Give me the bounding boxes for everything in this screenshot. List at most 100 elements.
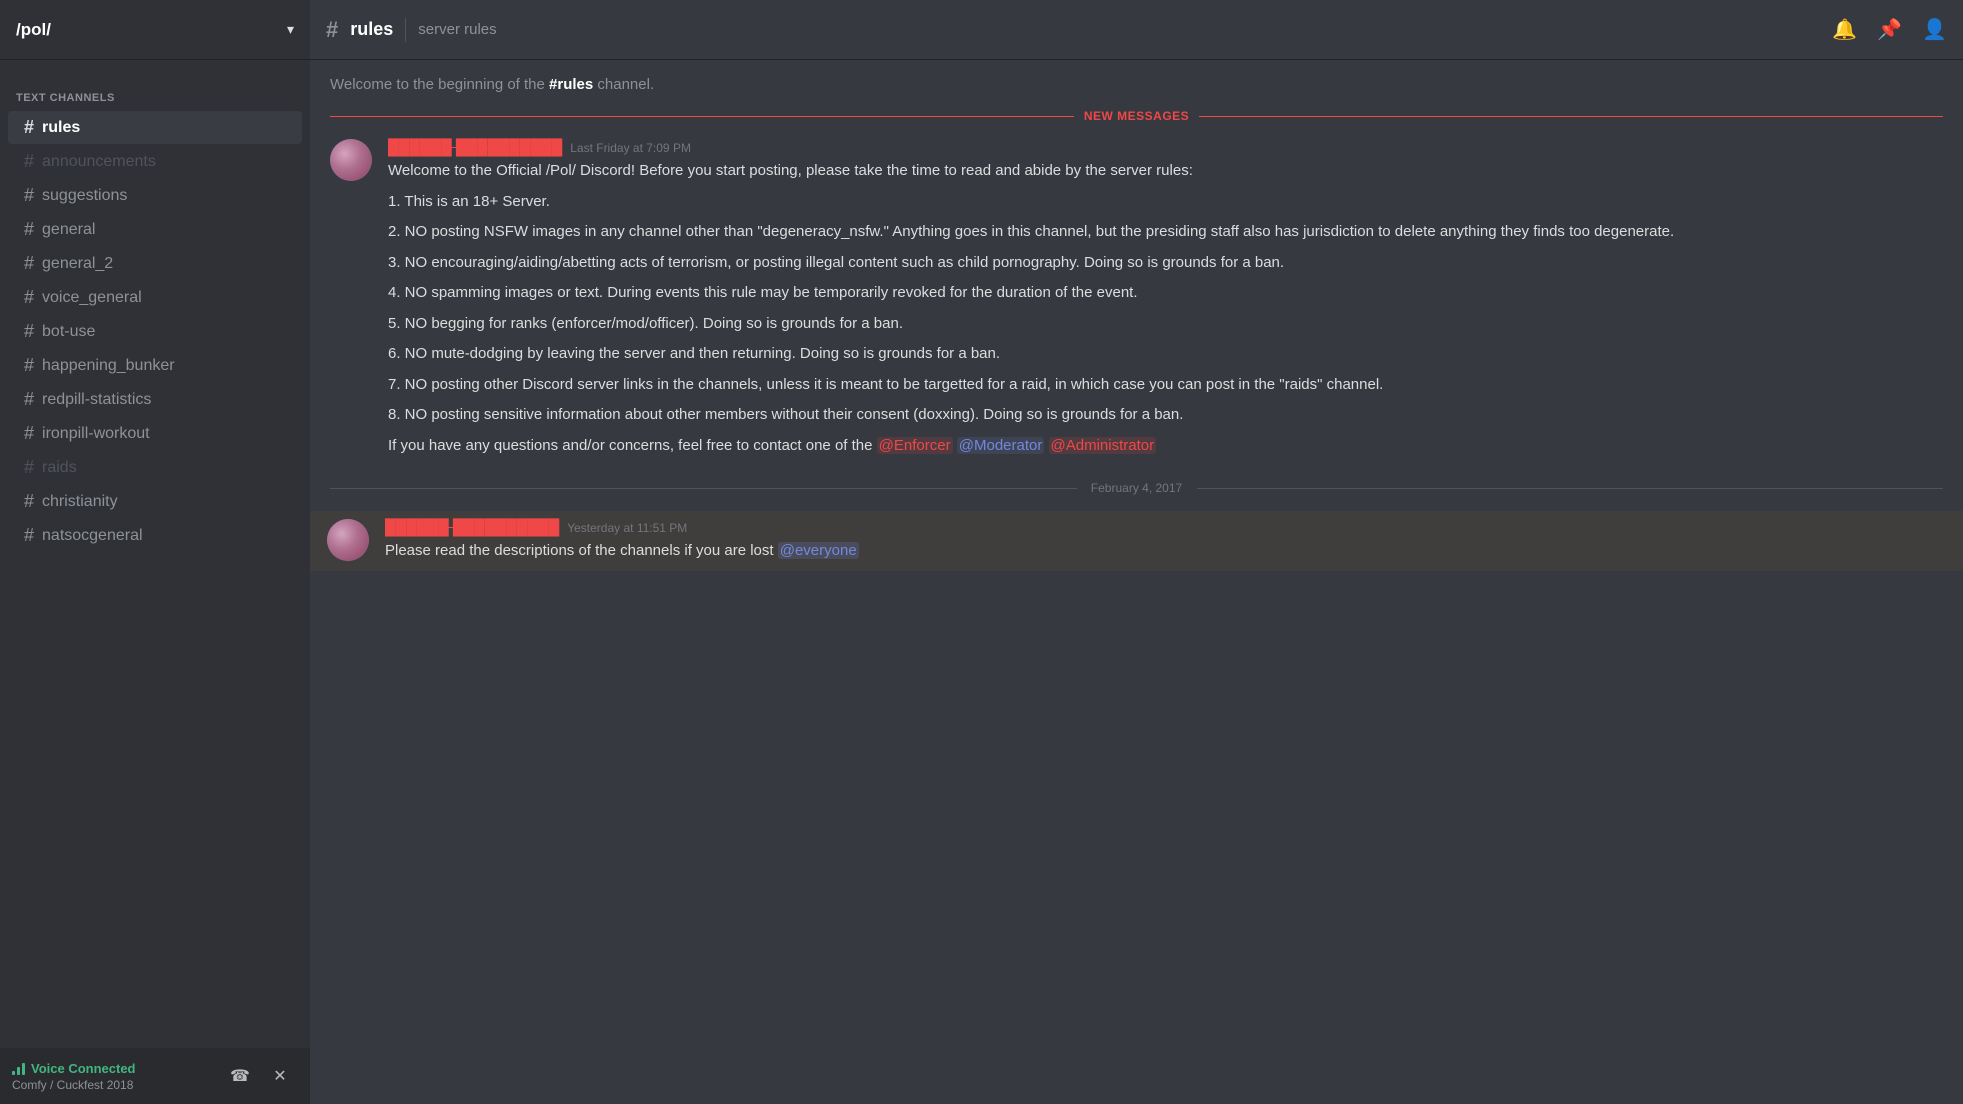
new-messages-line-right [1199,116,1943,117]
voice-status: Voice Connected [12,1061,222,1076]
chevron-down-icon: ▾ [287,21,294,38]
members-icon[interactable]: 👤 [1922,17,1947,42]
main-content: # rules server rules 🔔 📌 👤 Welcome to th… [310,0,1963,1104]
channel-item-bot-use[interactable]: # bot-use [8,315,302,348]
signal-bar-3 [22,1063,25,1075]
channel-name-bot-use: bot-use [42,323,95,341]
message-group-1: ██████ ██████████ Last Friday at 7:09 PM… [310,131,1963,465]
channel-name-natsocgeneral: natsocgeneral [42,527,143,545]
message-author-2: ██████ ██████████ [385,519,559,536]
message-group-2: ██████ ██████████ Yesterday at 11:51 PM … [310,511,1963,571]
rule-3: 3. NO encouraging/aiding/abetting acts o… [388,252,1943,275]
hash-icon: # [24,117,34,138]
message-text-1: Welcome to the Official /Pol/ Discord! B… [388,160,1943,457]
channel-item-happening_bunker[interactable]: # happening_bunker [8,349,302,382]
channel-item-general[interactable]: # general [8,213,302,246]
hash-icon: # [24,321,34,342]
disconnect-icon: ✕ [273,1066,286,1086]
channels-container: #rules#announcements#suggestions#general… [0,111,310,552]
signal-bar-2 [17,1067,20,1075]
pin-icon[interactable]: 📌 [1877,17,1902,42]
channel-item-suggestions[interactable]: # suggestions [8,179,302,212]
text-channels-label: TEXT CHANNELS [0,76,310,110]
hash-icon: # [24,491,34,512]
new-messages-label: NEW MESSAGES [1074,109,1199,123]
channels-list: TEXT CHANNELS # rules # announcements # sugge… [0,60,310,1048]
notifications-icon[interactable]: 🔔 [1832,17,1857,42]
voice-connected-bar: Voice Connected Comfy / Cuckfest 2018 ☎ … [0,1048,310,1104]
avatar-img-2 [327,519,369,561]
voice-info: Voice Connected Comfy / Cuckfest 2018 [12,1061,222,1092]
message2-text: Please read the descriptions of the chan… [385,542,778,559]
rule-2: 2. NO posting NSFW images in any channel… [388,221,1943,244]
channel-item-raids[interactable]: #raids [8,451,302,484]
sidebar: /pol/ ▾ TEXT CHANNELS # rules # announcemen… [0,0,310,1104]
channel-item-general_2[interactable]: #general_2 [8,247,302,280]
server-header[interactable]: /pol/ ▾ [0,0,310,60]
channel-name-general_2: general_2 [42,255,113,273]
mention-everyone: @everyone [778,542,859,559]
rule-1: 1. This is an 18+ Server. [388,191,1943,214]
message-author-1: ██████ ██████████ [388,139,562,156]
beginning-text: Welcome to the beginning of the [330,76,549,93]
date-divider: February 4, 2017 [330,481,1943,495]
voice-status-text: Voice Connected [31,1061,136,1076]
new-messages-line-left [330,116,1074,117]
channel-name-happening_bunker: happening_bunker [42,357,175,375]
channel-beginning: Welcome to the beginning of the #rules c… [310,60,1963,101]
channel-item-natsocgeneral[interactable]: # natsocgeneral [8,519,302,552]
channel-item-redpill-statistics[interactable]: #redpill-statistics [8,383,302,416]
rule-5: 5. NO begging for ranks (enforcer/mod/of… [388,313,1943,336]
server-name: /pol/ [16,20,287,40]
messages-area: Welcome to the beginning of the #rules c… [310,60,1963,1104]
channel-header-name: rules [350,19,393,40]
channel-name-raids: raids [42,459,77,477]
channel-name-christianity: christianity [42,493,118,511]
rule-intro: Welcome to the Official /Pol/ Discord! B… [388,160,1943,183]
beginning-suffix: channel. [593,76,654,93]
message-header-1: ██████ ██████████ Last Friday at 7:09 PM [388,139,1943,156]
avatar-1 [330,139,372,181]
message-header-2: ██████ ██████████ Yesterday at 11:51 PM [385,519,1943,536]
hash-icon: # [24,185,34,206]
avatar-img-1 [330,139,372,181]
hash-icon: # [24,355,34,376]
rule-7: 7. NO posting other Discord server links… [388,374,1943,397]
hash-icon: # [24,219,34,240]
channel-item-ironpill-workout[interactable]: # ironpill-workout [8,417,302,450]
channel-name-ironpill-workout: ironpill-workout [42,425,150,443]
new-messages-divider: NEW MESSAGES [330,109,1943,123]
channel-item-announcements[interactable]: # announcements [8,145,302,178]
hash-icon: # [24,389,34,410]
beginning-channel: #rules [549,76,593,93]
channel-name-voice_general: voice_general [42,289,142,307]
voice-disconnect-button[interactable]: ✕ [262,1058,298,1094]
hash-icon: # [24,423,34,444]
hash-icon: # [24,287,34,308]
channel-name-suggestions: suggestions [42,187,127,205]
voice-actions: ☎ ✕ [222,1058,298,1094]
channel-item-rules[interactable]: # rules [8,111,302,144]
channel-item-voice_general[interactable]: # voice_general [8,281,302,314]
mention-admin: @Administrator [1049,437,1157,454]
rule-8: 8. NO posting sensitive information abou… [388,404,1943,427]
channel-name-general: general [42,221,95,239]
signal-bar-1 [12,1071,15,1075]
message-timestamp-1: Last Friday at 7:09 PM [570,141,691,155]
rule-4: 4. NO spamming images or text. During ev… [388,282,1943,305]
hash-icon: # [24,151,34,172]
contact-line: If you have any questions and/or concern… [388,435,1943,458]
channel-name-rules: rules [42,119,80,137]
rule-6: 6. NO mute-dodging by leaving the server… [388,343,1943,366]
avatar-2 [327,519,369,561]
channel-header-hash: # [326,17,338,43]
header-icons: 🔔 📌 👤 [1832,17,1947,42]
hash-icon: # [24,525,34,546]
channel-item-christianity[interactable]: # christianity [8,485,302,518]
message-content-1: ██████ ██████████ Last Friday at 7:09 PM… [388,139,1943,457]
channel-header-topic: server rules [418,21,496,38]
channel-name-announcements: announcements [42,153,156,171]
channel-header: # rules server rules 🔔 📌 👤 [310,0,1963,60]
mention-moderator: @Moderator [957,437,1045,454]
voice-settings-button[interactable]: ☎ [222,1058,258,1094]
